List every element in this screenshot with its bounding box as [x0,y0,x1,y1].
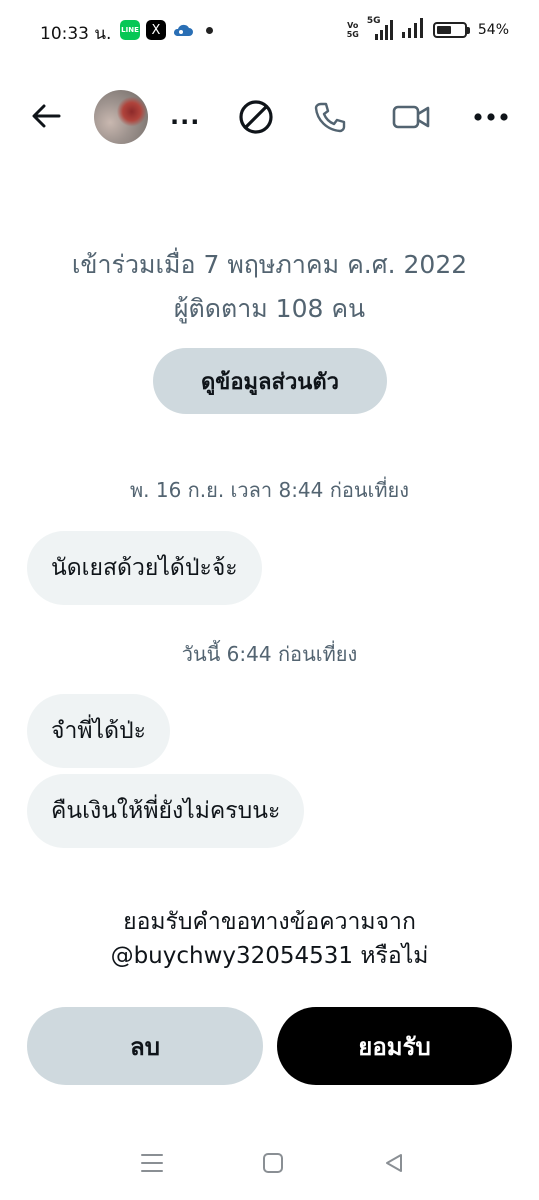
back-triangle-icon [386,1154,402,1172]
follower-count: ผู้ติดตาม 108 คน [173,294,366,323]
avatar[interactable] [94,90,148,144]
message-bubble[interactable]: คืนเงินให้พี่ยังไม่ครบนะ [27,774,305,848]
message-timestamp: พ. 16 ก.ย. เวลา 8:44 ก่อนเที่ยง [129,478,410,502]
phone-icon [314,102,346,133]
battery-fill [436,26,451,34]
signal-icon [401,17,425,43]
home-square-icon [263,1153,283,1173]
menu-lines-icon [141,1154,163,1172]
back-nav-button[interactable] [379,1148,409,1178]
message-bubble[interactable]: นัดเยสด้วยได้ป่ะจ้ะ [27,531,262,605]
delete-button[interactable]: ลบ [27,1007,263,1085]
contact-name[interactable]: ... [170,102,200,130]
recents-button[interactable] [137,1148,167,1178]
more-icon [474,113,508,121]
back-arrow-icon [32,104,61,128]
joined-date: เข้าร่วมเมื่อ 7 พฤษภาคม ค.ศ. 2022 [71,250,468,279]
volte-icon: Vo 5G [346,21,359,39]
line-app-icon: LINE [120,20,140,40]
block-icon [239,100,273,134]
status-indicators: Vo 5G 5G 54% [346,16,509,43]
view-profile-button[interactable]: ดูข้อมูลส่วนตัว [153,348,387,414]
request-prompt-line: ยอมรับคำขอทางข้อความจาก [123,909,416,935]
profile-info: เข้าร่วมเมื่อ 7 พฤษภาคม ค.ศ. 2022 ผู้ติด… [0,245,539,329]
battery-percent: 54% [477,22,509,38]
request-sender-handle: @buychwy32054531 หรือไม่ [110,943,429,969]
call-button[interactable] [311,98,349,136]
battery-icon [432,22,470,38]
status-time: 10:33 น. [40,24,112,44]
signal-5g-icon: 5G [367,16,393,41]
more-notifications-dot [206,26,213,34]
accept-button[interactable]: ยอมรับ [277,1007,512,1085]
cloud-icon [172,20,194,40]
video-icon [392,105,430,129]
x-app-icon: X [146,20,166,40]
more-options-button[interactable] [472,98,510,136]
system-nav-bar [0,1140,539,1186]
conversation-header: ... [0,80,539,152]
notification-icons: LINE X [120,20,213,40]
back-button[interactable] [28,100,64,132]
status-bar: 10:33 น. LINE X Vo 5G 5G 54% [0,0,539,62]
block-button[interactable] [237,98,275,136]
video-call-button[interactable] [392,98,430,136]
message-bubble[interactable]: จำพี่ได้ป่ะ [27,694,171,768]
home-button[interactable] [258,1148,288,1178]
message-timestamp: วันนี้ 6:44 ก่อนเที่ยง [181,642,358,666]
message-request-prompt: ยอมรับคำขอทางข้อความจาก @buychwy32054531… [0,905,539,973]
